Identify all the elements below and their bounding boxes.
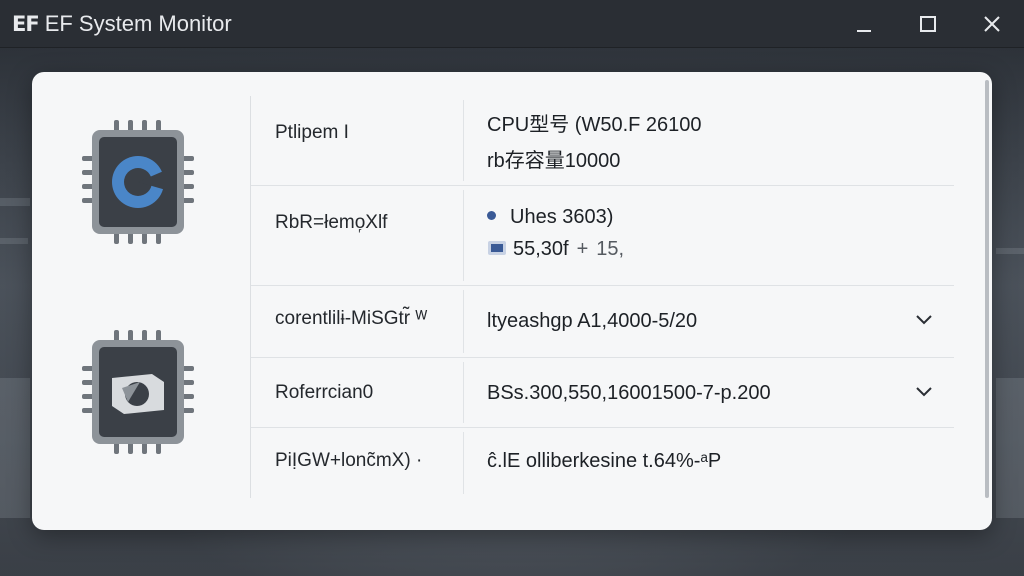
row-divider [463,432,464,494]
chevron-down-icon [916,387,932,397]
cpu-chip-icon [82,120,194,249]
maximize-icon [920,16,936,32]
row-value: CPU型号 (W50.F 26100 [487,114,702,136]
row-label: Roferrcian0 [275,382,374,403]
plus-sign: + [576,238,589,260]
row-divider [463,190,464,281]
info-row-storage[interactable]: Roferrcian0 BSs.300,550,16001500-7-p.200 [251,358,954,428]
chevron-down-icon [916,315,932,325]
hardware-icons-column [32,72,250,530]
info-row-graphics[interactable]: corentlilɨ-MiSGtr̃ ᵂ ltyeashgp A1,4000-5… [251,286,954,358]
close-icon [984,16,1000,32]
window-title: EF System Monitor [44,10,232,36]
expand-row-button[interactable] [914,310,934,330]
row-value-tertiary: 15, [596,238,625,260]
info-row-processor: Ptlipem I CPU型号 (W50.F 26100 rb存容量10000 [251,96,954,186]
info-row-power: PiỊGW+lonc̃mX) · ĉ.lE olliberkesine t.64… [251,428,954,498]
minimize-button[interactable] [832,0,896,48]
row-label: PiỊGW+lonc̃mX) · [275,450,423,471]
minimize-icon [857,30,871,32]
app-logo: EF [12,11,40,36]
close-button[interactable] [960,0,1024,48]
row-divider [463,100,464,181]
title-bar: EF EF System Monitor [0,0,1024,48]
vertical-scrollbar[interactable] [985,80,989,498]
status-dot-icon [487,211,496,221]
row-label: RbR=łemo᷊Xlf [275,212,388,233]
window-controls [832,0,1024,48]
expand-row-button[interactable] [914,382,934,402]
row-value-secondary-group: 55,30f +15, [487,238,624,261]
info-table: Ptlipem I CPU型号 (W50.F 26100 rb存容量10000 … [251,96,954,498]
row-value: ltyeashgp A1,4000-5/20 [487,310,698,332]
row-value: ĉ.lE olliberkesine t.64%-ᵃP [487,450,722,472]
row-value: BSs.300,550,16001500-7-p.200 [487,382,771,404]
row-label: Ptlipem I [275,122,349,143]
info-row-memory: RbR=łemo᷊Xlf Uhes 3603) 55,30f +15, [251,186,954,286]
row-value-group: Uhes 3603) [487,206,613,229]
row-value-secondary: rb存容量10000 [487,150,621,172]
row-value: Uhes 3603) [510,206,614,228]
maximize-button[interactable] [896,0,960,48]
row-label: corentlilɨ-MiSGtr̃ ᵂ [275,308,428,329]
gpu-chip-icon [82,330,194,459]
row-divider [463,290,464,353]
row-divider [463,362,464,423]
system-info-panel: Ptlipem I CPU型号 (W50.F 26100 rb存容量10000 … [32,72,992,530]
row-value-secondary: 55,30f [513,238,569,260]
memory-chip-icon [488,240,506,255]
